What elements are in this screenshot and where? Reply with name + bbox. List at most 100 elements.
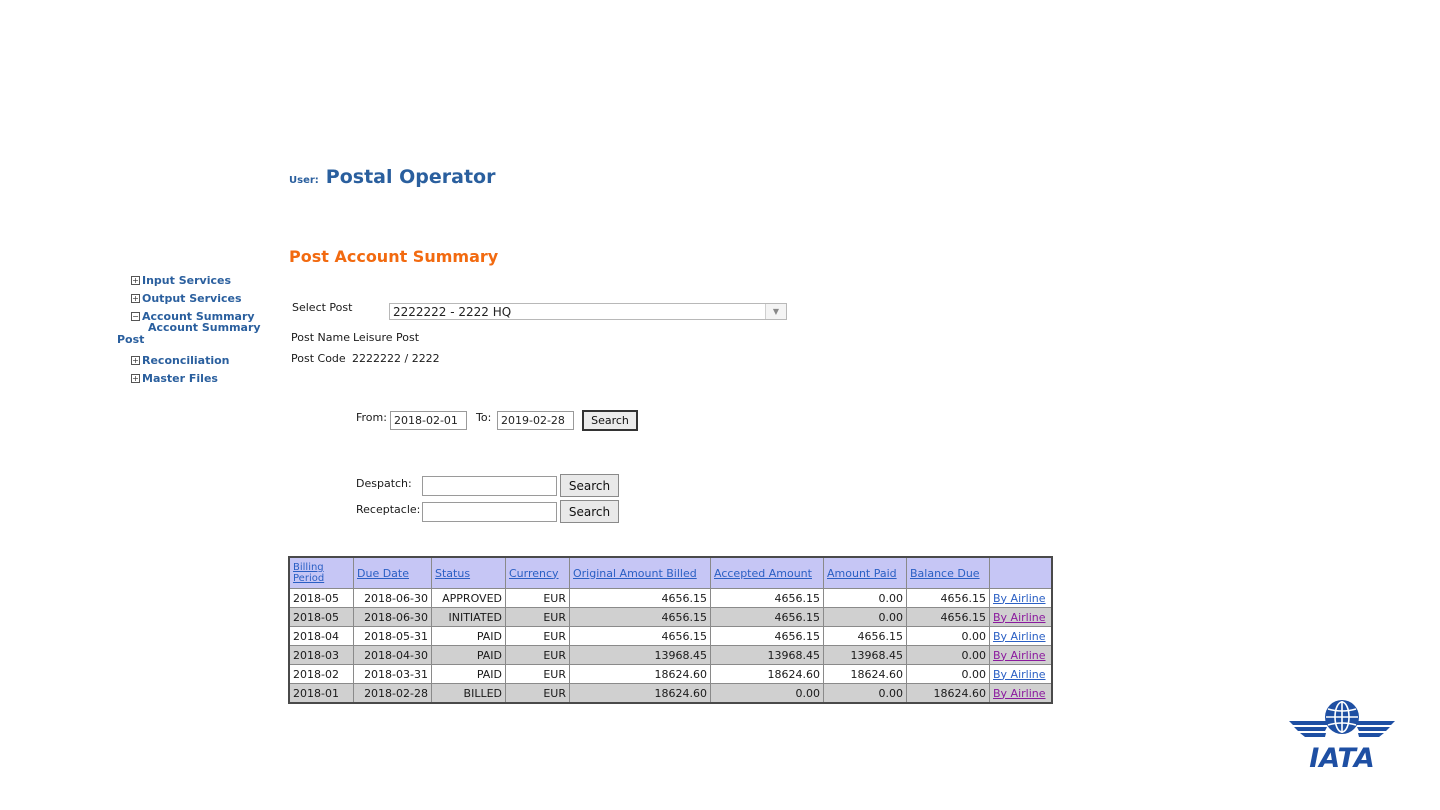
- col-amount-paid[interactable]: Amount Paid: [823, 556, 907, 589]
- sort-balance-due-link[interactable]: Balance Due: [910, 567, 980, 580]
- cell-currency: EUR: [505, 683, 570, 704]
- sort-due-date-link[interactable]: Due Date: [357, 567, 409, 580]
- from-label: From:: [356, 411, 387, 424]
- date-search-button[interactable]: Search: [582, 410, 638, 431]
- col-actions: [989, 556, 1053, 589]
- cell-actions: By Airline: [989, 664, 1053, 684]
- account-summary-table: Billing Period Due Date Status Currency O…: [288, 556, 1053, 704]
- cell-original-amount: 4656.15: [569, 588, 711, 608]
- cell-status: PAID: [431, 645, 506, 665]
- cell-balance-due: 0.00: [906, 664, 990, 684]
- sort-original-amount-link[interactable]: Original Amount Billed: [573, 567, 697, 580]
- table-row: 2018-05 2018-06-30 INITIATED EUR 4656.15 4656…: [288, 607, 1053, 627]
- cell-billing-period: 2018-05: [288, 588, 354, 608]
- sidebar-item-input-services[interactable]: + Input Services: [131, 271, 281, 289]
- sidebar-subitem-account-summary-post[interactable]: Account Summary Post: [117, 322, 281, 351]
- receptacle-search-button[interactable]: Search: [560, 500, 619, 523]
- user-header: User: Postal Operator: [289, 166, 495, 188]
- plus-box-icon[interactable]: +: [131, 373, 140, 383]
- receptacle-input[interactable]: [422, 502, 557, 522]
- table-header-row: Billing Period Due Date Status Currency O…: [288, 556, 1053, 589]
- cell-billing-period: 2018-03: [288, 645, 354, 665]
- col-status[interactable]: Status: [431, 556, 506, 589]
- col-original-amount[interactable]: Original Amount Billed: [569, 556, 711, 589]
- from-date-input[interactable]: 2018-02-01: [390, 411, 467, 430]
- sidebar-item-output-services[interactable]: + Output Services: [131, 289, 281, 307]
- cell-balance-due: 4656.15: [906, 607, 990, 627]
- sort-amount-paid-link[interactable]: Amount Paid: [827, 567, 897, 580]
- cell-balance-due: 18624.60: [906, 683, 990, 704]
- by-airline-link[interactable]: By Airline: [993, 592, 1046, 605]
- cell-due-date: 2018-05-31: [353, 626, 432, 646]
- col-due-date[interactable]: Due Date: [353, 556, 432, 589]
- header-text: Billing: [293, 562, 324, 573]
- cell-amount-paid: 4656.15: [823, 626, 907, 646]
- sort-billing-period-link[interactable]: Billing Period: [293, 562, 324, 584]
- despatch-input[interactable]: [422, 476, 557, 496]
- cell-original-amount: 18624.60: [569, 683, 711, 704]
- cell-currency: EUR: [505, 588, 570, 608]
- cell-status: BILLED: [431, 683, 506, 704]
- cell-actions: By Airline: [989, 607, 1053, 627]
- cell-amount-paid: 0.00: [823, 683, 907, 704]
- col-balance-due[interactable]: Balance Due: [906, 556, 990, 589]
- table-body: 2018-05 2018-06-30 APPROVED EUR 4656.15 4656.…: [288, 588, 1053, 704]
- cell-balance-due: 0.00: [906, 645, 990, 665]
- cell-actions: By Airline: [989, 645, 1053, 665]
- sort-status-link[interactable]: Status: [435, 567, 470, 580]
- cell-amount-paid: 13968.45: [823, 645, 907, 665]
- by-airline-link[interactable]: By Airline: [993, 687, 1046, 700]
- select-post-dropdown[interactable]: 2222222 - 2222 HQ ▼: [389, 303, 787, 320]
- minus-box-icon[interactable]: −: [131, 311, 140, 321]
- table-row: 2018-03 2018-04-30 PAID EUR 13968.45 13968.45…: [288, 645, 1053, 665]
- cell-billing-period: 2018-02: [288, 664, 354, 684]
- cell-accepted-amount: 0.00: [710, 683, 824, 704]
- by-airline-link[interactable]: By Airline: [993, 611, 1046, 624]
- cell-accepted-amount: 4656.15: [710, 626, 824, 646]
- cell-accepted-amount: 4656.15: [710, 607, 824, 627]
- to-date-input[interactable]: 2019-02-28: [497, 411, 574, 430]
- plus-box-icon[interactable]: +: [131, 355, 140, 365]
- sort-accepted-amount-link[interactable]: Accepted Amount: [714, 567, 812, 580]
- chevron-down-icon[interactable]: ▼: [765, 304, 786, 319]
- post-code-value: 2222222 / 2222: [352, 352, 440, 365]
- post-name-value: Leisure Post: [353, 331, 420, 344]
- cell-balance-due: 4656.15: [906, 588, 990, 608]
- header-text: Period: [293, 573, 325, 584]
- plus-box-icon[interactable]: +: [131, 275, 140, 285]
- plus-box-icon[interactable]: +: [131, 293, 140, 303]
- post-code-label: Post Code: [291, 352, 346, 365]
- cell-status: PAID: [431, 626, 506, 646]
- page: User: Postal Operator Post Account Summa…: [0, 0, 1440, 810]
- table-row: 2018-05 2018-06-30 APPROVED EUR 4656.15 4656.…: [288, 588, 1053, 608]
- sort-currency-link[interactable]: Currency: [509, 567, 559, 580]
- sidebar-item-label: Reconciliation: [142, 353, 230, 367]
- cell-original-amount: 18624.60: [569, 664, 711, 684]
- col-accepted-amount[interactable]: Accepted Amount: [710, 556, 824, 589]
- by-airline-link[interactable]: By Airline: [993, 649, 1046, 662]
- sidebar-subitem-tail: Post: [117, 333, 145, 346]
- by-airline-link[interactable]: By Airline: [993, 668, 1046, 681]
- col-billing-period[interactable]: Billing Period: [288, 556, 354, 589]
- sidebar-item-reconciliation[interactable]: + Reconciliation: [131, 351, 281, 369]
- cell-actions: By Airline: [989, 683, 1053, 704]
- cell-due-date: 2018-06-30: [353, 607, 432, 627]
- sidebar-item-master-files[interactable]: + Master Files: [131, 369, 281, 387]
- by-airline-link[interactable]: By Airline: [993, 630, 1046, 643]
- cell-due-date: 2018-03-31: [353, 664, 432, 684]
- cell-status: INITIATED: [431, 607, 506, 627]
- cell-actions: By Airline: [989, 626, 1053, 646]
- sidebar-subitem-label[interactable]: Account Summary: [148, 322, 261, 334]
- cell-amount-paid: 0.00: [823, 607, 907, 627]
- cell-amount-paid: 18624.60: [823, 664, 907, 684]
- sidebar-item-label: Output Services: [142, 291, 242, 305]
- despatch-search-button[interactable]: Search: [560, 474, 619, 497]
- cell-billing-period: 2018-05: [288, 607, 354, 627]
- post-name-label: Post Name: [291, 331, 350, 344]
- cell-accepted-amount: 13968.45: [710, 645, 824, 665]
- col-currency[interactable]: Currency: [505, 556, 570, 589]
- cell-due-date: 2018-06-30: [353, 588, 432, 608]
- cell-currency: EUR: [505, 607, 570, 627]
- sidebar-item-label: Master Files: [142, 371, 218, 385]
- page-title: Post Account Summary: [289, 247, 499, 266]
